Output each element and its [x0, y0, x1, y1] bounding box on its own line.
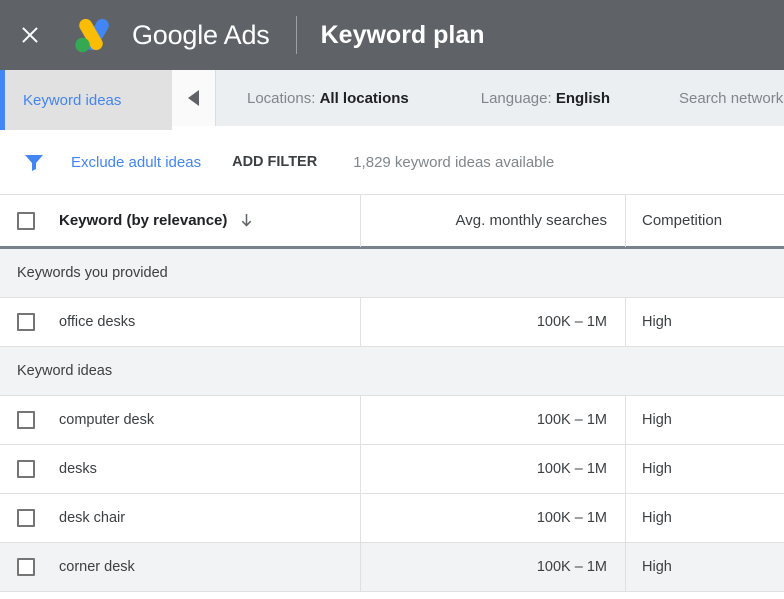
header-cell-keyword: Keyword (by relevance)	[0, 195, 360, 247]
table-row[interactable]: desks 100K – 1M High	[0, 445, 784, 494]
chip-search-networks[interactable]: Search networks: Google	[679, 90, 784, 107]
table-row[interactable]: desk chair 100K – 1M High	[0, 494, 784, 543]
row-checkbox[interactable]	[17, 558, 35, 576]
table-group-header: Keyword ideas	[0, 347, 784, 396]
row-checkbox[interactable]	[17, 509, 35, 527]
cell-avg-monthly-searches: 100K – 1M	[360, 445, 625, 493]
app-bar: Google Ads Keyword plan	[0, 0, 784, 70]
table-group-header: Keywords you provided	[0, 249, 784, 298]
keyword-text: office desks	[59, 314, 135, 330]
chip-search-networks-label: Search networks:	[679, 90, 784, 107]
group-title: Keywords you provided	[17, 265, 168, 281]
close-icon[interactable]	[17, 22, 43, 48]
tab-label: Keyword ideas	[5, 92, 121, 109]
header-keyword-label: Keyword (by relevance)	[59, 212, 227, 229]
tab-strip: Keyword ideas Locations: All locations L…	[0, 70, 784, 130]
brand-name: Google Ads	[132, 20, 270, 51]
avg-monthly-searches-text: 100K – 1M	[537, 461, 625, 477]
cell-competition: High	[625, 445, 784, 493]
table-header-row: Keyword (by relevance) Avg. monthly sear…	[0, 194, 784, 249]
sidebar-item-keyword-ideas[interactable]: Keyword ideas	[0, 70, 172, 130]
row-checkbox[interactable]	[17, 460, 35, 478]
cell-competition: High	[625, 298, 784, 346]
competition-text: High	[626, 461, 672, 477]
table-row[interactable]: office desks 100K – 1M High	[0, 298, 784, 347]
avg-monthly-searches-text: 100K – 1M	[537, 314, 625, 330]
table-row[interactable]: computer desk 100K – 1M High	[0, 396, 784, 445]
page-title: Keyword plan	[321, 21, 485, 50]
select-all-checkbox[interactable]	[17, 212, 35, 230]
avg-monthly-searches-text: 100K – 1M	[537, 559, 625, 575]
group-title: Keyword ideas	[17, 363, 112, 379]
header-competition-label: Competition	[626, 212, 722, 229]
keyword-text: computer desk	[59, 412, 154, 428]
filter-funnel-icon[interactable]	[22, 150, 46, 174]
table-row[interactable]: corner desk 100K – 1M High	[0, 543, 784, 592]
avg-monthly-searches-text: 100K – 1M	[537, 510, 625, 526]
keyword-text: corner desk	[59, 559, 135, 575]
keyword-text: desks	[59, 461, 97, 477]
chip-locations-label: Locations:	[247, 90, 315, 107]
triangle-left-icon	[188, 90, 199, 106]
header-divider	[296, 16, 297, 54]
collapse-panel-button[interactable]	[172, 70, 216, 126]
cell-avg-monthly-searches: 100K – 1M	[360, 298, 625, 346]
keyword-ideas-count: 1,829 keyword ideas available	[353, 154, 554, 171]
filter-summary-bar: Locations: All locations Language: Engli…	[172, 70, 784, 126]
cell-avg-monthly-searches: 100K – 1M	[360, 494, 625, 542]
competition-text: High	[626, 510, 672, 526]
row-checkbox[interactable]	[17, 313, 35, 331]
chip-locations[interactable]: Locations: All locations	[247, 90, 409, 107]
cell-avg-monthly-searches: 100K – 1M	[360, 396, 625, 444]
row-checkbox[interactable]	[17, 411, 35, 429]
chip-language-label: Language:	[481, 90, 552, 107]
cell-keyword: office desks	[0, 298, 360, 346]
keyword-text: desk chair	[59, 510, 125, 526]
cell-keyword: computer desk	[0, 396, 360, 444]
cell-competition: High	[625, 396, 784, 444]
cell-keyword: corner desk	[0, 543, 360, 591]
header-cell-competition[interactable]: Competition	[625, 195, 784, 247]
competition-text: High	[626, 559, 672, 575]
avg-monthly-searches-text: 100K – 1M	[537, 412, 625, 428]
cell-keyword: desks	[0, 445, 360, 493]
keyword-ideas-table: Keyword (by relevance) Avg. monthly sear…	[0, 194, 784, 592]
cell-keyword: desk chair	[0, 494, 360, 542]
google-ads-logo	[71, 15, 117, 55]
cell-competition: High	[625, 543, 784, 591]
arrow-down-icon[interactable]	[238, 212, 255, 229]
competition-text: High	[626, 412, 672, 428]
header-avg-monthly-searches-label: Avg. monthly searches	[456, 212, 625, 229]
exclude-adult-ideas-link[interactable]: Exclude adult ideas	[71, 154, 201, 171]
chip-language-value: English	[556, 90, 610, 107]
cell-competition: High	[625, 494, 784, 542]
chip-language[interactable]: Language: English	[481, 90, 610, 107]
competition-text: High	[626, 314, 672, 330]
filter-toolbar: Exclude adult ideas ADD FILTER 1,829 key…	[0, 130, 784, 194]
add-filter-button[interactable]: ADD FILTER	[232, 154, 317, 170]
cell-avg-monthly-searches: 100K – 1M	[360, 543, 625, 591]
header-cell-avg-monthly-searches[interactable]: Avg. monthly searches	[360, 195, 625, 247]
chip-locations-value: All locations	[320, 90, 409, 107]
